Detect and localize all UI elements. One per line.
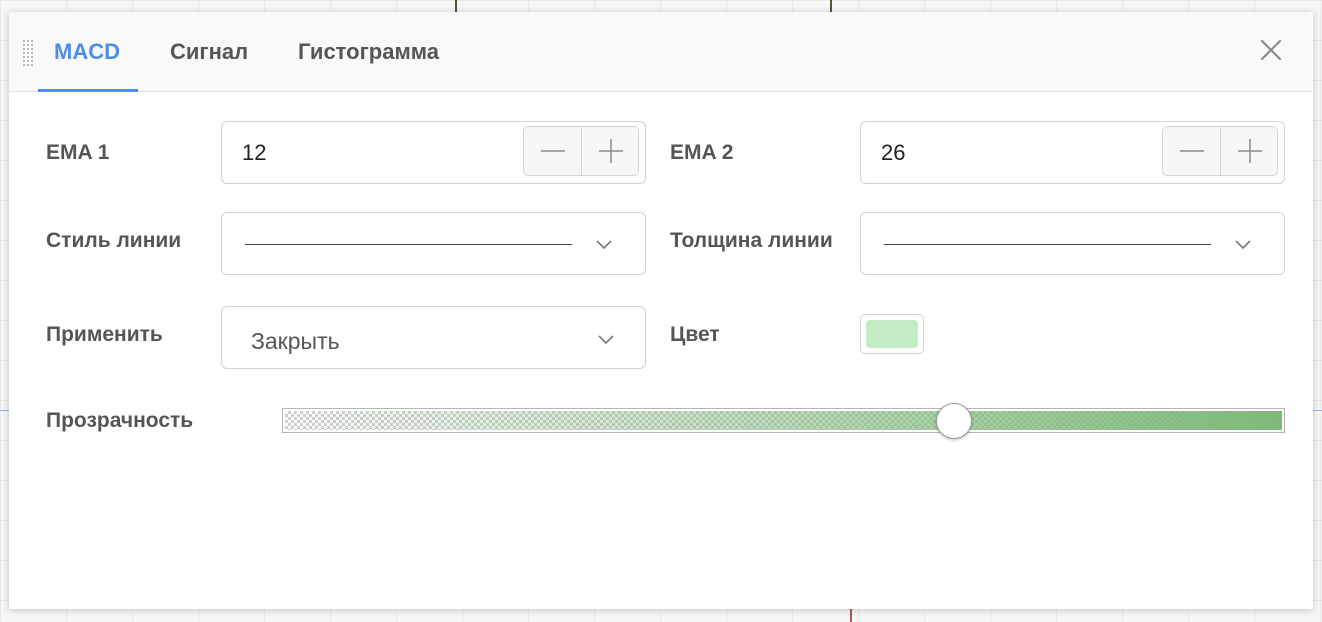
chart-candle [455,0,457,12]
opacity-slider-thumb[interactable] [936,403,972,439]
minus-icon [1180,150,1204,152]
color-swatch-fill [866,320,918,348]
drag-handle-icon[interactable] [22,39,34,67]
ema2-field [860,121,1285,184]
ema2-input[interactable] [881,140,1081,166]
macd-settings-dialog: MACD Сигнал Гистограмма EMA 1 EMA 2 [9,12,1313,609]
ema1-increment-button[interactable] [582,127,639,175]
ema2-increment-button[interactable] [1221,127,1278,175]
minus-icon [541,150,565,152]
ema1-stepper [523,126,639,176]
close-button[interactable] [1257,36,1285,64]
tab-signal[interactable]: Сигнал [170,39,248,65]
chevron-down-icon [596,240,612,250]
line-width-label: Толщина линии [670,229,833,252]
chart-candle [830,0,832,12]
ema1-decrement-button[interactable] [524,127,582,175]
ema2-label: EMA 2 [670,141,734,164]
ema1-field [221,121,646,184]
apply-label: Применить [46,323,163,346]
plus-icon [599,139,623,163]
chevron-down-icon [1235,240,1251,250]
ema2-decrement-button[interactable] [1163,127,1221,175]
active-tab-indicator [38,89,138,92]
ema1-label: EMA 1 [46,141,110,164]
opacity-slider-track[interactable] [282,408,1285,433]
line-style-select[interactable] [221,212,646,275]
ema2-stepper [1162,126,1278,176]
slider-gradient [285,411,1282,430]
apply-selected-value: Закрыть [251,328,340,354]
close-icon [1260,39,1282,61]
apply-select[interactable]: Закрыть [221,306,646,369]
tab-histogram[interactable]: Гистограмма [298,39,439,65]
dialog-header: MACD Сигнал Гистограмма [9,12,1313,92]
line-width-select[interactable] [860,212,1285,275]
line-width-preview [884,244,1211,245]
line-style-preview [245,244,572,245]
line-style-label: Стиль линии [46,229,182,252]
color-picker-button[interactable] [860,314,924,354]
ema1-input[interactable] [242,140,442,166]
chart-candle [850,609,852,622]
chevron-down-icon [598,335,614,345]
color-label: Цвет [670,323,720,346]
tab-macd[interactable]: MACD [54,39,120,65]
plus-icon [1238,139,1262,163]
opacity-label: Прозрачность [46,409,194,432]
